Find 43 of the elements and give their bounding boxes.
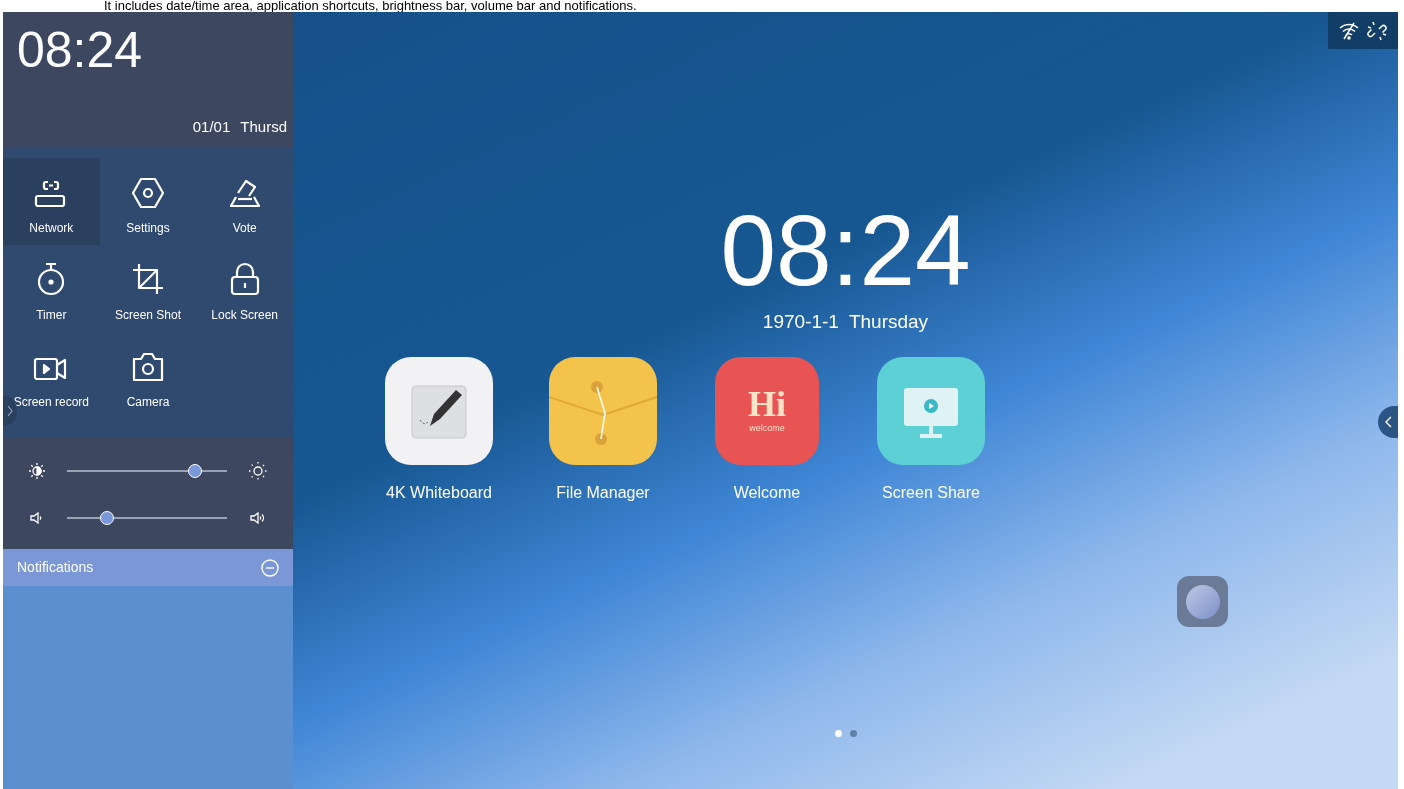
- app-shortcut[interactable]: 4K Whiteboard: [376, 357, 502, 505]
- camera-icon: [131, 351, 165, 383]
- shortcut-item[interactable]: Screen Shot: [99, 245, 197, 332]
- shortcut-item[interactable]: Screen record: [3, 332, 100, 419]
- shortcut-item[interactable]: Settings: [99, 158, 197, 245]
- clock-time: 08:24: [17, 22, 144, 78]
- ballot-box-icon: [227, 177, 262, 209]
- app-shortcut[interactable]: File Manager: [540, 357, 666, 505]
- brightness-low-icon: [29, 462, 45, 479]
- clock-time: 08:24: [720, 198, 971, 302]
- caption-text: It includes date/time area, application shortcuts, brightness bar, volume bar and notifications.: [104, 0, 637, 12]
- slider-thumb[interactable]: [100, 510, 114, 525]
- volume-high-icon: [249, 509, 267, 526]
- chevron-left-icon: [1384, 416, 1392, 428]
- app-shortcut[interactable]: Hi welcome Welcome: [704, 357, 830, 505]
- weekday-text: Thursday: [848, 310, 929, 334]
- shortcut-item[interactable]: Vote: [196, 158, 293, 245]
- monitor-play-icon: [877, 357, 985, 465]
- volume-slider[interactable]: [67, 510, 227, 525]
- date-text: 01/01: [192, 116, 231, 137]
- shortcut-item[interactable]: Camera: [99, 332, 197, 419]
- floating-button[interactable]: [1177, 576, 1228, 627]
- crop-icon: [131, 262, 165, 296]
- stopwatch-icon: [36, 262, 67, 296]
- brightness-slider[interactable]: [67, 463, 227, 478]
- edge-handle[interactable]: [1378, 406, 1398, 438]
- collapse-icon[interactable]: [261, 558, 279, 577]
- icon-title: Hi: [748, 386, 786, 423]
- slider-thumb[interactable]: [188, 463, 202, 478]
- padlock-icon: [228, 262, 261, 296]
- notifications-title: Notifications: [17, 558, 94, 577]
- wifi-off-icon: [1339, 21, 1359, 40]
- chevron-right-icon: [7, 405, 13, 417]
- icon-subtitle: welcome: [749, 422, 785, 436]
- whiteboard-pen-icon: [385, 357, 493, 465]
- brightness-high-icon: [249, 461, 267, 480]
- weekday-text: Thursd: [240, 116, 287, 137]
- shortcut-item[interactable]: Network: [3, 158, 100, 245]
- shortcut-item[interactable]: Timer: [3, 245, 100, 332]
- envelope-icon: [549, 357, 657, 465]
- settings-icon: [131, 177, 165, 209]
- shortcut-item[interactable]: Lock Screen: [196, 245, 293, 332]
- date-text: 1970-1-1: [762, 310, 839, 334]
